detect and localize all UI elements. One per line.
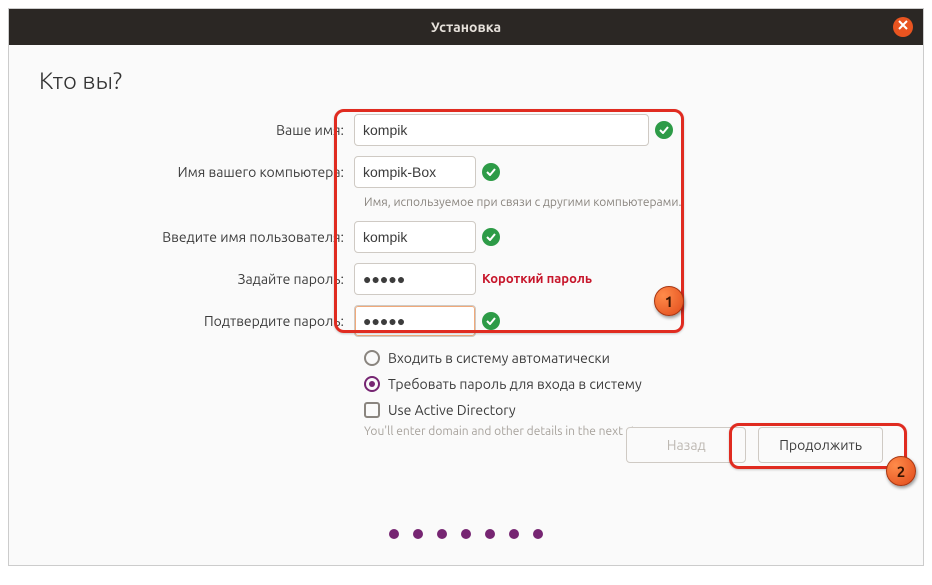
computer-input[interactable]: [354, 156, 476, 188]
annotation-badge-1: 1: [654, 286, 684, 316]
radio-label: Входить в систему автоматически: [388, 350, 610, 366]
check-icon: [482, 228, 500, 246]
window-title: Установка: [431, 19, 501, 35]
dot-icon: [485, 529, 495, 539]
dot-icon: [389, 529, 399, 539]
dot-icon: [413, 529, 423, 539]
radio-require-password[interactable]: Требовать пароль для входа в систему: [364, 371, 893, 397]
username-input[interactable]: [354, 221, 476, 253]
label-username: Введите имя пользователя:: [39, 229, 354, 245]
titlebar: Установка: [9, 9, 923, 45]
close-button[interactable]: [893, 17, 913, 37]
label-computer: Имя вашего компьютера:: [39, 164, 354, 180]
page-title: Кто вы?: [9, 45, 923, 112]
label-name: Ваше имя:: [39, 122, 354, 138]
row-computer: Имя вашего компьютера:: [39, 154, 893, 190]
password-input[interactable]: [354, 263, 476, 295]
dot-icon: [533, 529, 543, 539]
continue-button[interactable]: Продолжить: [758, 427, 883, 463]
check-icon: [482, 312, 500, 330]
label-password: Задайте пароль:: [39, 271, 354, 287]
checkbox-active-directory[interactable]: Use Active Directory: [364, 397, 893, 423]
label-confirm: Подтвердите пароль:: [39, 313, 354, 329]
row-name: Ваше имя:: [39, 112, 893, 148]
radio-icon: [364, 350, 380, 366]
radio-label: Требовать пароль для входа в систему: [388, 376, 642, 392]
installer-window: Установка Кто вы? Ваше имя: Имя вашего к…: [8, 8, 924, 566]
close-icon: [898, 20, 908, 30]
checkbox-icon: [364, 402, 380, 418]
back-button[interactable]: Назад: [626, 427, 746, 463]
check-icon: [482, 163, 500, 181]
row-username: Введите имя пользователя:: [39, 219, 893, 255]
row-password: Задайте пароль: Короткий пароль: [39, 261, 893, 297]
dot-icon: [437, 529, 447, 539]
user-form: Ваше имя: Имя вашего компьютера: Имя, ис…: [9, 112, 923, 450]
button-row: Назад Продолжить: [626, 427, 883, 463]
progress-dots: [9, 529, 923, 539]
annotation-badge-2: 2: [886, 456, 916, 486]
checkbox-label: Use Active Directory: [388, 402, 516, 418]
row-confirm: Подтвердите пароль:: [39, 303, 893, 339]
check-icon: [655, 121, 673, 139]
password-warning: Короткий пароль: [482, 272, 592, 286]
computer-hint: Имя, используемое при связи с другими ко…: [364, 196, 893, 209]
dot-icon: [509, 529, 519, 539]
name-input[interactable]: [354, 114, 649, 146]
dot-icon: [461, 529, 471, 539]
confirm-password-input[interactable]: [354, 305, 476, 337]
radio-auto-login[interactable]: Входить в систему автоматически: [364, 345, 893, 371]
radio-icon: [364, 376, 380, 392]
